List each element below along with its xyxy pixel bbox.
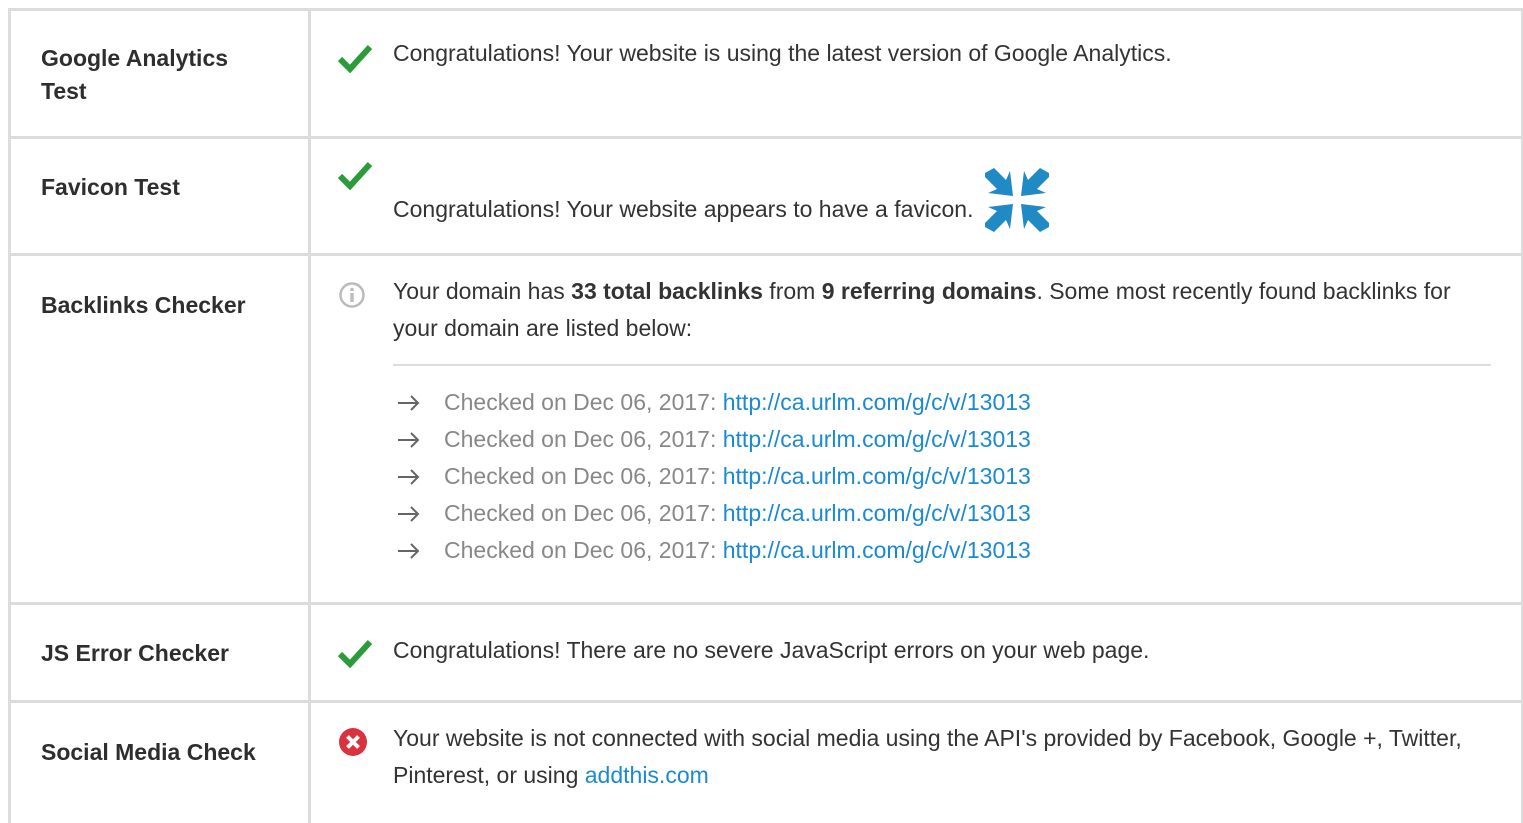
result-message: Congratulations! Your website appears to… xyxy=(393,196,974,222)
backlink-url[interactable]: http://ca.urlm.com/g/c/v/13013 xyxy=(723,495,1031,532)
backlink-url[interactable]: http://ca.urlm.com/g/c/v/13013 xyxy=(723,458,1031,495)
row-label: Social Media Check xyxy=(11,703,311,823)
result-message: Congratulations! There are no severe Jav… xyxy=(393,637,1150,663)
check-icon xyxy=(337,43,373,84)
addthis-link[interactable]: addthis.com xyxy=(585,762,709,788)
report-row-social-media: Social Media Check Your website is not c… xyxy=(11,703,1521,823)
report-row-backlinks: Backlinks Checker Your domain has 33 tot… xyxy=(11,256,1521,605)
list-item: Checked on Dec 06, 2017: http://ca.urlm.… xyxy=(393,495,1491,532)
backlink-count: 33 total backlinks xyxy=(571,278,763,304)
summary-text: from xyxy=(762,278,822,304)
checked-date: Checked on Dec 06, 2017: xyxy=(444,537,723,563)
arrow-right-icon xyxy=(397,542,423,560)
checked-date: Checked on Dec 06, 2017: xyxy=(444,426,723,452)
row-content: Your domain has 33 total backlinks from … xyxy=(311,256,1521,602)
check-icon xyxy=(337,638,373,679)
backlinks-list: Checked on Dec 06, 2017: http://ca.urlm.… xyxy=(393,384,1491,569)
backlink-url[interactable]: http://ca.urlm.com/g/c/v/13013 xyxy=(723,421,1031,458)
checked-date: Checked on Dec 06, 2017: xyxy=(444,500,723,526)
favicon-arrows-icon xyxy=(982,165,1052,246)
row-label: Favicon Test xyxy=(11,139,311,253)
referring-domains-count: 9 referring domains xyxy=(821,278,1037,304)
arrow-right-icon xyxy=(397,431,423,449)
row-label: Backlinks Checker xyxy=(11,256,311,602)
seo-report-table: Google Analytics Test Congratulations! Y… xyxy=(8,8,1523,823)
result-message: Congratulations! Your website is using t… xyxy=(393,40,1172,66)
arrow-right-icon xyxy=(397,505,423,523)
row-label: Google Analytics Test xyxy=(11,11,311,136)
backlinks-summary: Your domain has 33 total backlinks from … xyxy=(393,273,1491,347)
arrow-right-icon xyxy=(397,468,423,486)
arrow-right-icon xyxy=(397,394,423,412)
row-label: JS Error Checker xyxy=(11,605,311,700)
divider xyxy=(393,364,1491,366)
row-content: Congratulations! There are no severe Jav… xyxy=(311,605,1521,700)
list-item: Checked on Dec 06, 2017: http://ca.urlm.… xyxy=(393,421,1491,458)
checked-date: Checked on Dec 06, 2017: xyxy=(444,463,723,489)
report-row-favicon: Favicon Test Congratulations! Your websi… xyxy=(11,139,1521,256)
row-content: Your website is not connected with socia… xyxy=(311,703,1521,823)
backlink-url[interactable]: http://ca.urlm.com/g/c/v/13013 xyxy=(723,384,1031,421)
list-item: Checked on Dec 06, 2017: http://ca.urlm.… xyxy=(393,532,1491,569)
list-item: Checked on Dec 06, 2017: http://ca.urlm.… xyxy=(393,384,1491,421)
row-content: Congratulations! Your website appears to… xyxy=(311,139,1521,253)
report-row-js-errors: JS Error Checker Congratulations! There … xyxy=(11,605,1521,703)
summary-text: Your domain has xyxy=(393,278,572,304)
list-item: Checked on Dec 06, 2017: http://ca.urlm.… xyxy=(393,458,1491,495)
row-content: Congratulations! Your website is using t… xyxy=(311,11,1521,136)
checked-date: Checked on Dec 06, 2017: xyxy=(444,389,723,415)
report-row-google-analytics: Google Analytics Test Congratulations! Y… xyxy=(11,11,1521,139)
error-icon xyxy=(338,727,368,768)
check-icon xyxy=(337,160,373,201)
result-message: Your website is not connected with socia… xyxy=(393,725,1462,788)
info-icon xyxy=(338,281,366,320)
backlink-url[interactable]: http://ca.urlm.com/g/c/v/13013 xyxy=(723,532,1031,569)
